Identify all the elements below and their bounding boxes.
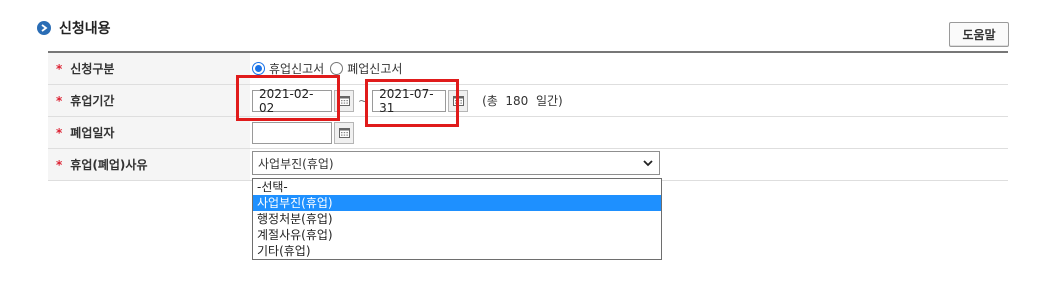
label-suspension-period: 휴업기간	[70, 94, 115, 108]
row-label: * 신청구분	[48, 53, 250, 84]
dropdown-option[interactable]: -선택-	[253, 179, 661, 195]
dropdown-option-highlighted[interactable]: 사업부진(휴업)	[253, 195, 661, 211]
label-report-type: 신청구분	[70, 62, 115, 76]
reason-dropdown-list: -선택- 사업부진(휴업) 행정처분(휴업) 계절사유(휴업) 기타(휴업)	[252, 178, 662, 260]
radio-label: 폐업신고서	[347, 62, 403, 76]
form-row-closure-date: * 폐업일자	[48, 117, 1008, 149]
row-label: * 휴업(폐업)사유	[48, 149, 250, 180]
row-label: * 휴업기간	[48, 85, 250, 116]
closure-date-input[interactable]	[252, 121, 332, 144]
total-days-text: (총 180 일간)	[482, 94, 563, 108]
dropdown-option[interactable]: 행정처분(휴업)	[253, 211, 661, 227]
help-button[interactable]: 도움말	[949, 22, 1009, 47]
dropdown-option[interactable]: 기타(휴업)	[253, 243, 661, 259]
label-closure-date: 폐업일자	[70, 126, 115, 140]
annotation-highlight-box	[365, 79, 459, 127]
radio-closure-report[interactable]: 폐업신고서	[330, 60, 402, 77]
radio-unchecked-icon[interactable]	[330, 62, 344, 75]
radio-checked-icon[interactable]	[252, 62, 265, 75]
section-header: 신청내용	[37, 18, 111, 38]
form-row-suspension-period: * 휴업기간 2021-02-02 ~ 2021-07-31 (총 180 일간…	[48, 85, 1008, 117]
required-mark: *	[56, 125, 63, 140]
required-mark: *	[56, 61, 63, 76]
required-mark: *	[56, 157, 63, 172]
label-reason: 휴업(폐업)사유	[70, 158, 148, 172]
form-row-report-type: * 신청구분 휴업신고서 폐업신고서	[48, 53, 1008, 85]
required-mark: *	[56, 93, 63, 108]
reason-select[interactable]: 사업부진(휴업)	[252, 151, 660, 175]
dropdown-option[interactable]: 계절사유(휴업)	[253, 227, 661, 243]
section-title: 신청내용	[59, 21, 111, 37]
calendar-icon[interactable]	[334, 121, 354, 144]
row-label: * 폐업일자	[48, 117, 250, 148]
annotation-highlight-box	[236, 75, 340, 121]
arrow-circle-icon	[37, 21, 51, 35]
chevron-down-icon[interactable]	[643, 157, 653, 171]
reason-selected-value: 사업부진(휴업)	[258, 156, 334, 171]
